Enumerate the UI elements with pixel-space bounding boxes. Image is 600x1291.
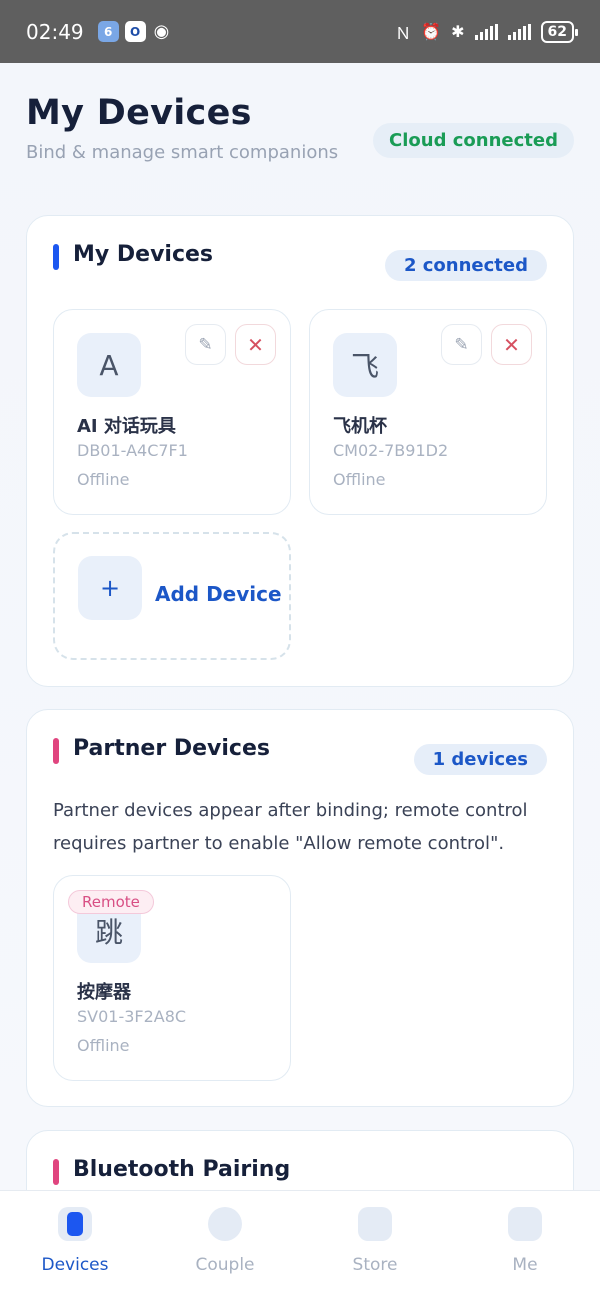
device-avatar: 飞 <box>333 333 397 397</box>
pencil-icon: ✎ <box>198 334 213 355</box>
partner-description: Partner devices appear after binding; re… <box>53 800 528 854</box>
device-id: CM02-7B91D2 <box>333 441 449 460</box>
eye-icon: ◉ <box>153 21 170 42</box>
signal-icon <box>474 23 498 40</box>
partner-device-card[interactable]: 跳 Remote 按摩器 SV01-3F2A8C Offline <box>53 875 291 1081</box>
edit-device-button[interactable]: ✎ <box>185 324 226 365</box>
status-bar: 02:49 6 O ◉ Ｎ ⏰ ✱ 62 <box>0 0 600 63</box>
plus-icon: + <box>78 556 142 620</box>
nfc-icon: Ｎ <box>395 23 412 43</box>
profile-icon <box>508 1207 542 1241</box>
add-device-button[interactable]: + Add Device <box>53 532 291 660</box>
remote-badge: Remote <box>68 890 154 914</box>
partner-devices-title-text: Partner Devices <box>73 736 270 761</box>
tab-label: Store <box>352 1255 398 1275</box>
my-devices-card: My Devices 2 connected A ✎ ✕ AI 对话玩具 DB0… <box>26 215 574 687</box>
bluetooth-pairing-title: Bluetooth Pairing <box>53 1157 291 1185</box>
device-card[interactable]: A ✎ ✕ AI 对话玩具 DB01-A4C7F1 Offline <box>53 309 291 515</box>
close-icon: ✕ <box>503 332 520 357</box>
couple-icon <box>208 1207 242 1241</box>
tab-me[interactable]: Me <box>470 1207 580 1275</box>
section-accent-bar <box>53 1159 59 1185</box>
my-devices-title-text: My Devices <box>73 242 214 267</box>
status-icons: Ｎ ⏰ ✱ 62 <box>395 20 579 44</box>
device-id: DB01-A4C7F1 <box>77 441 188 460</box>
close-icon: ✕ <box>247 332 264 357</box>
section-accent-bar <box>53 738 59 764</box>
connected-count-badge: 2 connected <box>384 250 547 281</box>
signal-icon-2 <box>507 23 531 40</box>
cloud-status-badge: Cloud connected <box>373 123 574 158</box>
battery-icon: 62 <box>540 20 579 43</box>
pencil-icon: ✎ <box>454 334 469 355</box>
add-device-label: Add Device <box>155 582 282 606</box>
store-icon <box>358 1207 392 1241</box>
tab-couple[interactable]: Couple <box>170 1207 280 1275</box>
device-card[interactable]: 飞 ✎ ✕ 飞机杯 CM02-7B91D2 Offline <box>309 309 547 515</box>
device-id: SV01-3F2A8C <box>77 1007 187 1026</box>
device-avatar: A <box>77 333 141 397</box>
edit-device-button[interactable]: ✎ <box>441 324 482 365</box>
partner-devices-card: Partner Devices 1 devices Partner device… <box>26 709 574 1107</box>
tab-label: Devices <box>41 1255 109 1275</box>
device-name: 飞机杯 <box>333 416 387 437</box>
tab-store[interactable]: Store <box>320 1207 430 1275</box>
my-devices-title: My Devices <box>53 242 214 270</box>
tab-label: Couple <box>195 1255 255 1275</box>
tab-label: Me <box>512 1255 538 1275</box>
bluetooth-icon: ✱ <box>451 22 465 41</box>
app-notification-icon-2: O <box>124 21 146 42</box>
partner-devices-title: Partner Devices <box>53 736 270 764</box>
bluetooth-pairing-title-text: Bluetooth Pairing <box>73 1157 291 1182</box>
delete-device-button[interactable]: ✕ <box>491 324 532 365</box>
devices-icon <box>58 1207 92 1241</box>
status-time: 02:49 <box>26 19 84 44</box>
devices-page: My Devices Bind & manage smart companion… <box>0 63 600 1291</box>
tab-devices[interactable]: Devices <box>20 1207 130 1275</box>
app-notification-icon: 6 <box>97 21 119 42</box>
device-status: Offline <box>333 470 386 489</box>
section-accent-bar <box>53 244 59 270</box>
delete-device-button[interactable]: ✕ <box>235 324 276 365</box>
alarm-off-icon: ⏰ <box>421 22 442 41</box>
partner-count-badge: 1 devices <box>413 744 547 775</box>
device-status: Offline <box>77 1036 130 1055</box>
page-subtitle: Bind & manage smart companions <box>26 142 339 163</box>
device-name: 按摩器 <box>77 982 131 1003</box>
page-title: My Devices <box>26 93 252 133</box>
device-status: Offline <box>77 470 130 489</box>
device-name: AI 对话玩具 <box>77 416 176 437</box>
bottom-tab-bar: Devices Couple Store Me <box>0 1190 600 1291</box>
